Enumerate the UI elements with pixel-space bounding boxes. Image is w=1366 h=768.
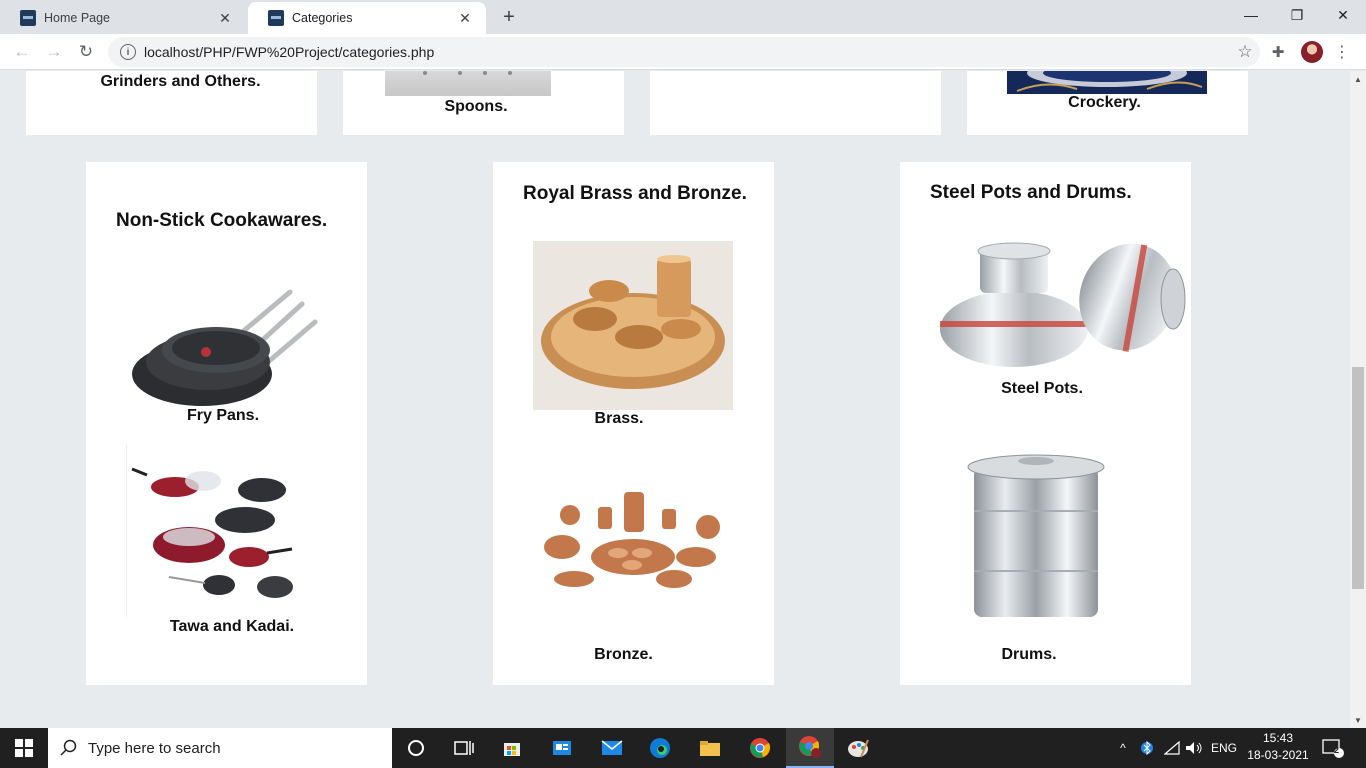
site-favicon-icon xyxy=(20,10,36,26)
site-info-icon[interactable]: i xyxy=(120,44,136,60)
bookmark-star-icon[interactable]: ☆ xyxy=(1230,42,1260,62)
item-label[interactable]: Steel Pots. xyxy=(900,380,1184,398)
tawa-kadai-image[interactable] xyxy=(126,445,304,617)
address-bar[interactable]: i localhost/PHP/FWP%20Project/categories… xyxy=(108,37,1260,67)
card-title: Royal Brass and Bronze. xyxy=(523,183,747,204)
minimize-button[interactable]: — xyxy=(1228,0,1274,30)
chrome-icon[interactable] xyxy=(736,728,784,768)
edge-browser-icon[interactable] xyxy=(636,728,684,768)
forward-button[interactable]: → xyxy=(40,38,68,66)
reload-button[interactable]: ↻ xyxy=(72,38,100,66)
scrollbar-thumb[interactable] xyxy=(1352,367,1364,589)
brass-thali-image[interactable] xyxy=(533,241,733,410)
close-window-button[interactable]: ✕ xyxy=(1320,0,1366,30)
scroll-down-arrow-icon[interactable]: ▼ xyxy=(1350,712,1366,728)
volume-icon[interactable] xyxy=(1184,728,1204,768)
bluetooth-icon[interactable] xyxy=(1138,728,1156,768)
mail-icon[interactable] xyxy=(588,728,636,768)
category-label: Grinders and Others. xyxy=(100,73,261,90)
category-card-empty xyxy=(650,71,941,135)
notification-count-badge: 2 xyxy=(1334,745,1340,755)
category-card-crockery[interactable]: Crockery. xyxy=(967,71,1248,135)
item-label[interactable]: Bronze. xyxy=(493,646,754,664)
url-text[interactable]: localhost/PHP/FWP%20Project/categories.p… xyxy=(144,44,1230,60)
chrome-profile-active-icon[interactable] xyxy=(786,728,834,768)
fry-pans-image[interactable] xyxy=(130,272,320,412)
scroll-up-arrow-icon[interactable]: ▲ xyxy=(1350,71,1366,87)
tab-title: Home Page xyxy=(44,11,111,25)
new-tab-button[interactable]: + xyxy=(496,6,522,28)
card-title: Non-Stick Cookawares. xyxy=(116,210,328,231)
windows-taskbar: Type here to search ^ ENG 15:43 18-03-20… xyxy=(0,728,1366,768)
steel-drum-image[interactable] xyxy=(964,451,1112,623)
clock-date: 18-03-2021 xyxy=(1247,748,1309,762)
clock-time: 15:43 xyxy=(1262,731,1294,745)
browser-toolbar: ← → ↻ i localhost/PHP/FWP%20Project/cate… xyxy=(0,34,1366,70)
cortana-icon[interactable] xyxy=(392,728,440,768)
windows-logo-icon xyxy=(15,739,33,757)
microsoft-store-icon[interactable] xyxy=(488,728,536,768)
tab-title: Categories xyxy=(292,11,353,25)
notification-center-icon[interactable]: 2 xyxy=(1318,728,1348,768)
paint-app-icon[interactable] xyxy=(834,728,882,768)
bronze-set-image[interactable] xyxy=(538,487,728,605)
tab-strip: Home Page ✕ Categories ✕ + — ❐ ✕ xyxy=(0,0,1366,34)
search-placeholder: Type here to search xyxy=(88,739,221,757)
search-icon xyxy=(60,739,77,756)
page-scrollbar[interactable]: ▲ ▼ xyxy=(1350,71,1366,728)
start-button[interactable] xyxy=(0,728,48,768)
profile-avatar[interactable] xyxy=(1301,41,1323,63)
language-indicator[interactable]: ENG xyxy=(1208,728,1240,768)
news-app-icon[interactable] xyxy=(538,728,586,768)
category-card-grinders[interactable]: Grinders and Others. xyxy=(26,71,317,135)
maximize-button[interactable]: ❐ xyxy=(1274,0,1320,30)
browser-menu-icon[interactable]: ⋮ xyxy=(1334,40,1350,64)
wifi-icon[interactable] xyxy=(1162,728,1182,768)
spoons-image xyxy=(385,71,551,96)
item-label[interactable]: Brass. xyxy=(493,410,745,428)
taskbar-search-box[interactable]: Type here to search xyxy=(48,728,392,768)
site-favicon-icon xyxy=(268,10,284,26)
tab-home-page[interactable]: Home Page ✕ xyxy=(0,2,246,34)
category-label: Crockery. xyxy=(1068,94,1141,111)
page-viewport: Grinders and Others. Spoons. Crockery. N… xyxy=(0,71,1350,728)
category-card-brass-bronze: Royal Brass and Bronze. Brass. Bronze. xyxy=(493,162,774,685)
task-view-icon[interactable] xyxy=(440,728,488,768)
item-label[interactable]: Tawa and Kadai. xyxy=(86,618,378,636)
category-card-steel: Steel Pots and Drums. Steel Pots. Drums. xyxy=(900,162,1191,685)
item-label[interactable]: Fry Pans. xyxy=(86,407,360,425)
close-tab-icon[interactable]: ✕ xyxy=(456,9,474,27)
taskbar-clock[interactable]: 15:43 18-03-2021 xyxy=(1246,730,1310,766)
extensions-puzzle-icon[interactable]: ✚ xyxy=(1268,42,1288,62)
close-tab-icon[interactable]: ✕ xyxy=(216,9,234,27)
back-button[interactable]: ← xyxy=(8,38,36,66)
card-title: Steel Pots and Drums. xyxy=(930,182,1132,203)
steel-pots-image[interactable] xyxy=(938,237,1192,367)
tab-categories[interactable]: Categories ✕ xyxy=(248,2,486,34)
category-label: Spoons. xyxy=(444,98,508,115)
crockery-image xyxy=(1007,71,1207,94)
file-explorer-icon[interactable] xyxy=(686,728,734,768)
show-hidden-icons-chevron-icon[interactable]: ^ xyxy=(1114,728,1132,768)
category-card-spoons[interactable]: Spoons. xyxy=(343,71,624,135)
item-label[interactable]: Drums. xyxy=(900,646,1158,664)
category-card-non-stick: Non-Stick Cookawares. Fry Pans. Tawa and… xyxy=(86,162,367,685)
